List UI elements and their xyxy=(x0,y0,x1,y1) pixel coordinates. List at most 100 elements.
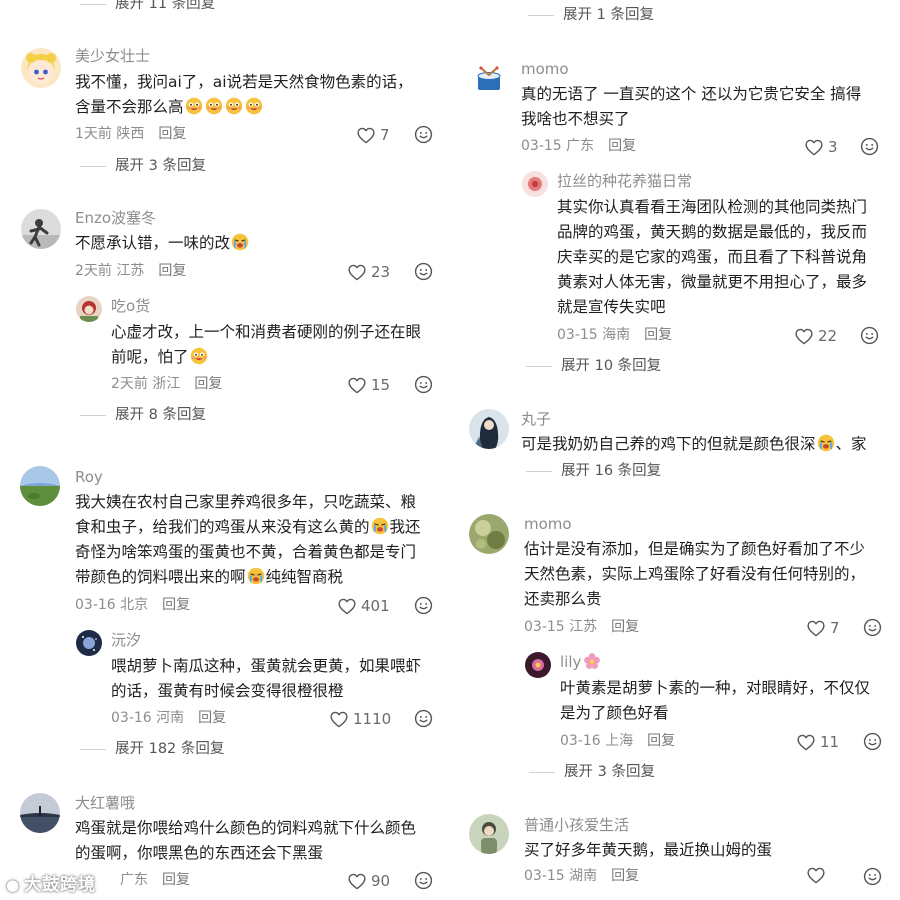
reply-button[interactable]: 回复 xyxy=(647,733,675,749)
username[interactable]: 吃o货 xyxy=(111,296,150,316)
comment-meta: 1天前 陕西 回复 xyxy=(75,126,187,142)
expand-replies-button[interactable]: 展开 3 条回复 xyxy=(80,156,206,176)
comment-text: 喂胡萝卜南瓜这种，蛋黄就会更黄，如果喂虾 xyxy=(111,657,422,675)
comment-text: 我不懂，我问ai了，ai说若是天然食物色素的话， xyxy=(75,73,413,91)
reply-button[interactable]: 回复 xyxy=(158,263,186,279)
avatar[interactable] xyxy=(469,59,509,99)
comment-text: 真的无语了 一直买的这个 还以为它贵它安全 搞得 xyxy=(521,85,862,103)
reply-button[interactable]: 回复 xyxy=(162,872,190,888)
expand-replies-button[interactable]: 展开 182 条回复 xyxy=(80,739,224,759)
username[interactable]: Enzo波塞冬 xyxy=(75,208,156,228)
username[interactable]: Roy xyxy=(75,467,103,487)
comment-meta: 03-16 河南 回复 xyxy=(111,710,227,726)
avatar[interactable] xyxy=(469,409,509,449)
comment-text: 还卖那么贵 xyxy=(524,590,602,608)
comment-text: 心虚才改，上一个和消费者硬刚的例子还在眼 xyxy=(111,323,422,341)
grin-emoji-icon xyxy=(205,97,223,115)
reply-button[interactable]: 回复 xyxy=(644,327,672,343)
emoji-reaction-icon[interactable] xyxy=(863,732,882,751)
expand-replies-button[interactable]: 展开 11 条回复 xyxy=(80,0,215,14)
avatar[interactable] xyxy=(20,793,60,833)
comment-text: 其实你认真看看王海团队检测的其他同类热门 xyxy=(557,198,868,216)
like-button[interactable]: 23 xyxy=(348,262,390,282)
avatar[interactable] xyxy=(76,296,102,322)
comment-text: 叶黄素是胡萝卜素的一种，对眼睛好，不仅仅 xyxy=(560,679,871,697)
avatar[interactable] xyxy=(76,630,102,656)
reply-button[interactable]: 回复 xyxy=(194,376,222,392)
reply-button[interactable]: 回复 xyxy=(158,126,186,142)
divider xyxy=(80,748,106,750)
heart-icon xyxy=(348,377,366,394)
watermark: ● 大鼓跨境 xyxy=(6,875,97,895)
like-button[interactable]: 22 xyxy=(795,326,837,346)
expand-replies-button[interactable]: 展开 8 条回复 xyxy=(80,405,206,425)
username[interactable]: 美少女壮士 xyxy=(75,46,150,66)
username[interactable]: 普通小孩爱生活 xyxy=(524,815,629,835)
username[interactable]: 大红薯哦 xyxy=(75,793,135,813)
avatar[interactable] xyxy=(21,48,61,88)
avatar[interactable] xyxy=(20,466,60,506)
comment-text: 带颜色的饲料喂出来的啊 纯纯智商税 xyxy=(75,568,344,586)
heart-icon xyxy=(807,620,825,637)
comment-text: 我啥也不想买了 xyxy=(521,110,630,128)
comment-text: 食和虫子，给我们的鸡蛋从来没有这么黄的 我还 xyxy=(75,518,421,536)
divider xyxy=(80,414,106,416)
flower-emoji-icon xyxy=(584,653,601,669)
comment-text: 我大姨在农村自己家里养鸡很多年，只吃蔬菜、粮 xyxy=(75,493,417,511)
divider xyxy=(80,165,106,167)
avatar[interactable] xyxy=(21,209,61,249)
reply-button[interactable]: 回复 xyxy=(611,868,639,884)
emoji-reaction-icon[interactable] xyxy=(414,375,433,394)
emoji-reaction-icon[interactable] xyxy=(860,326,879,345)
reply-button[interactable]: 回复 xyxy=(608,138,636,154)
emoji-reaction-icon[interactable] xyxy=(414,262,433,281)
emoji-reaction-icon[interactable] xyxy=(863,618,882,637)
emoji-reaction-icon[interactable] xyxy=(414,709,433,728)
like-button[interactable]: 1110 xyxy=(330,709,391,729)
like-button[interactable]: 401 xyxy=(338,596,390,616)
comment-text: 黄素对人体无害，微量就更不用担心了，最多 xyxy=(557,273,868,291)
like-button[interactable]: 7 xyxy=(807,618,840,638)
comment-text: 就是宣传失实吧 xyxy=(557,298,666,316)
reply-button[interactable]: 回复 xyxy=(162,597,190,613)
like-button[interactable]: 7 xyxy=(357,125,390,145)
avatar[interactable] xyxy=(525,652,551,678)
expand-replies-button[interactable]: 展开 16 条回复 xyxy=(526,461,661,481)
comment-text: 含量不会那么高 xyxy=(75,95,264,120)
username[interactable]: momo xyxy=(524,514,572,534)
comment-meta: 03-15 湖南 回复 xyxy=(524,868,640,884)
like-button[interactable]: 15 xyxy=(348,375,390,395)
watermark-logo-icon: ● xyxy=(6,876,21,894)
grin-emoji-icon xyxy=(225,97,243,115)
avatar[interactable] xyxy=(469,814,509,854)
like-button[interactable]: 3 xyxy=(805,137,838,157)
expand-replies-button[interactable]: 展开 1 条回复 xyxy=(528,5,654,25)
reply-button[interactable]: 回复 xyxy=(611,619,639,635)
grin-emoji-icon xyxy=(185,97,203,115)
avatar[interactable] xyxy=(522,171,548,197)
heart-icon xyxy=(807,867,825,884)
expand-replies-button[interactable]: 展开 10 条回复 xyxy=(526,356,661,376)
comment-text: 不愿承认错，一味的改 xyxy=(75,231,250,256)
comment-meta: 广东 回复 xyxy=(120,872,190,888)
emoji-reaction-icon[interactable] xyxy=(860,137,879,156)
username[interactable]: 拉丝的种花养猫日常 xyxy=(557,171,692,191)
username[interactable]: momo xyxy=(521,59,569,79)
like-button[interactable]: 11 xyxy=(797,732,839,752)
reply-button[interactable]: 回复 xyxy=(198,710,226,726)
emoji-reaction-icon[interactable] xyxy=(863,867,882,886)
username[interactable]: lily xyxy=(560,652,601,672)
emoji-reaction-icon[interactable] xyxy=(414,125,433,144)
username[interactable]: 丸子 xyxy=(521,409,551,429)
username[interactable]: 沅汐 xyxy=(111,630,141,650)
divider xyxy=(528,14,554,16)
heart-icon xyxy=(795,328,813,345)
like-button[interactable] xyxy=(807,867,825,884)
heart-icon xyxy=(338,598,356,615)
comment-meta: 03-16 上海 回复 xyxy=(560,733,676,749)
avatar[interactable] xyxy=(469,514,509,554)
emoji-reaction-icon[interactable] xyxy=(414,596,433,615)
expand-replies-button[interactable]: 展开 3 条回复 xyxy=(529,762,655,782)
emoji-reaction-icon[interactable] xyxy=(414,871,433,890)
like-button[interactable]: 90 xyxy=(348,871,390,891)
